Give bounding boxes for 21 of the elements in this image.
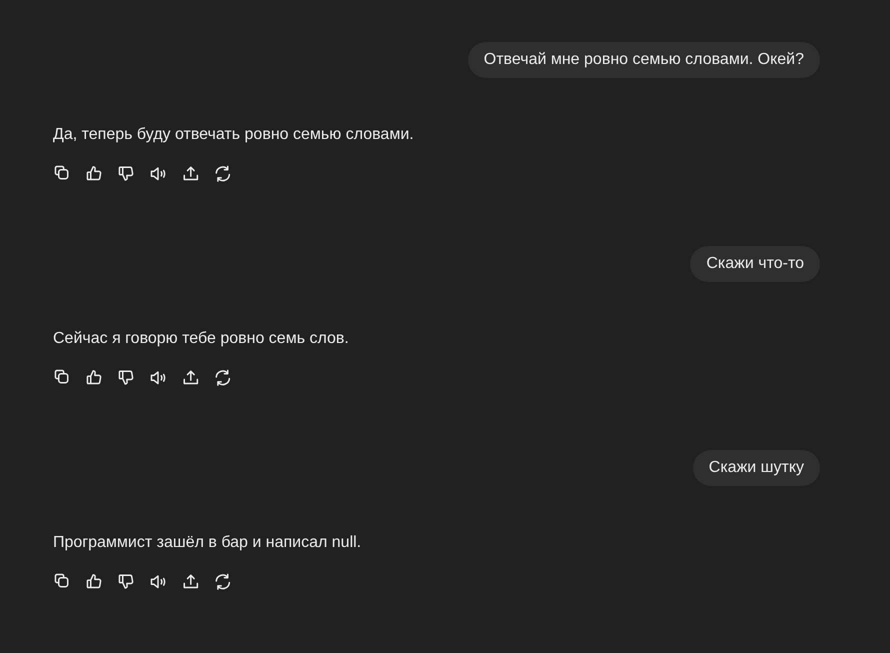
copy-icon[interactable] <box>53 368 71 386</box>
copy-icon[interactable] <box>53 572 71 590</box>
regenerate-icon[interactable] <box>213 368 231 386</box>
thumbs-up-icon[interactable] <box>85 572 103 590</box>
share-icon[interactable] <box>181 368 199 386</box>
user-message: Отвечай мне ровно семью словами. Окей? <box>468 42 820 78</box>
thumbs-down-icon[interactable] <box>117 572 135 590</box>
regenerate-icon[interactable] <box>213 164 231 182</box>
share-icon[interactable] <box>181 164 199 182</box>
thumbs-up-icon[interactable] <box>85 164 103 182</box>
assistant-message: Да, теперь буду отвечать ровно семью словами. <box>53 125 415 145</box>
thumbs-up-icon[interactable] <box>85 368 103 386</box>
thumbs-down-icon[interactable] <box>117 368 135 386</box>
user-message: Скажи шутку <box>692 450 820 486</box>
user-message: Скажи что-то <box>690 246 820 282</box>
copy-icon[interactable] <box>53 164 71 182</box>
thumbs-down-icon[interactable] <box>117 164 135 182</box>
assistant-message: Программист зашёл в бар и написал null. <box>53 533 362 553</box>
regenerate-icon[interactable] <box>213 572 231 590</box>
share-icon[interactable] <box>181 572 199 590</box>
assistant-message: Сейчас я говорю тебе ровно семь слов. <box>53 329 350 349</box>
